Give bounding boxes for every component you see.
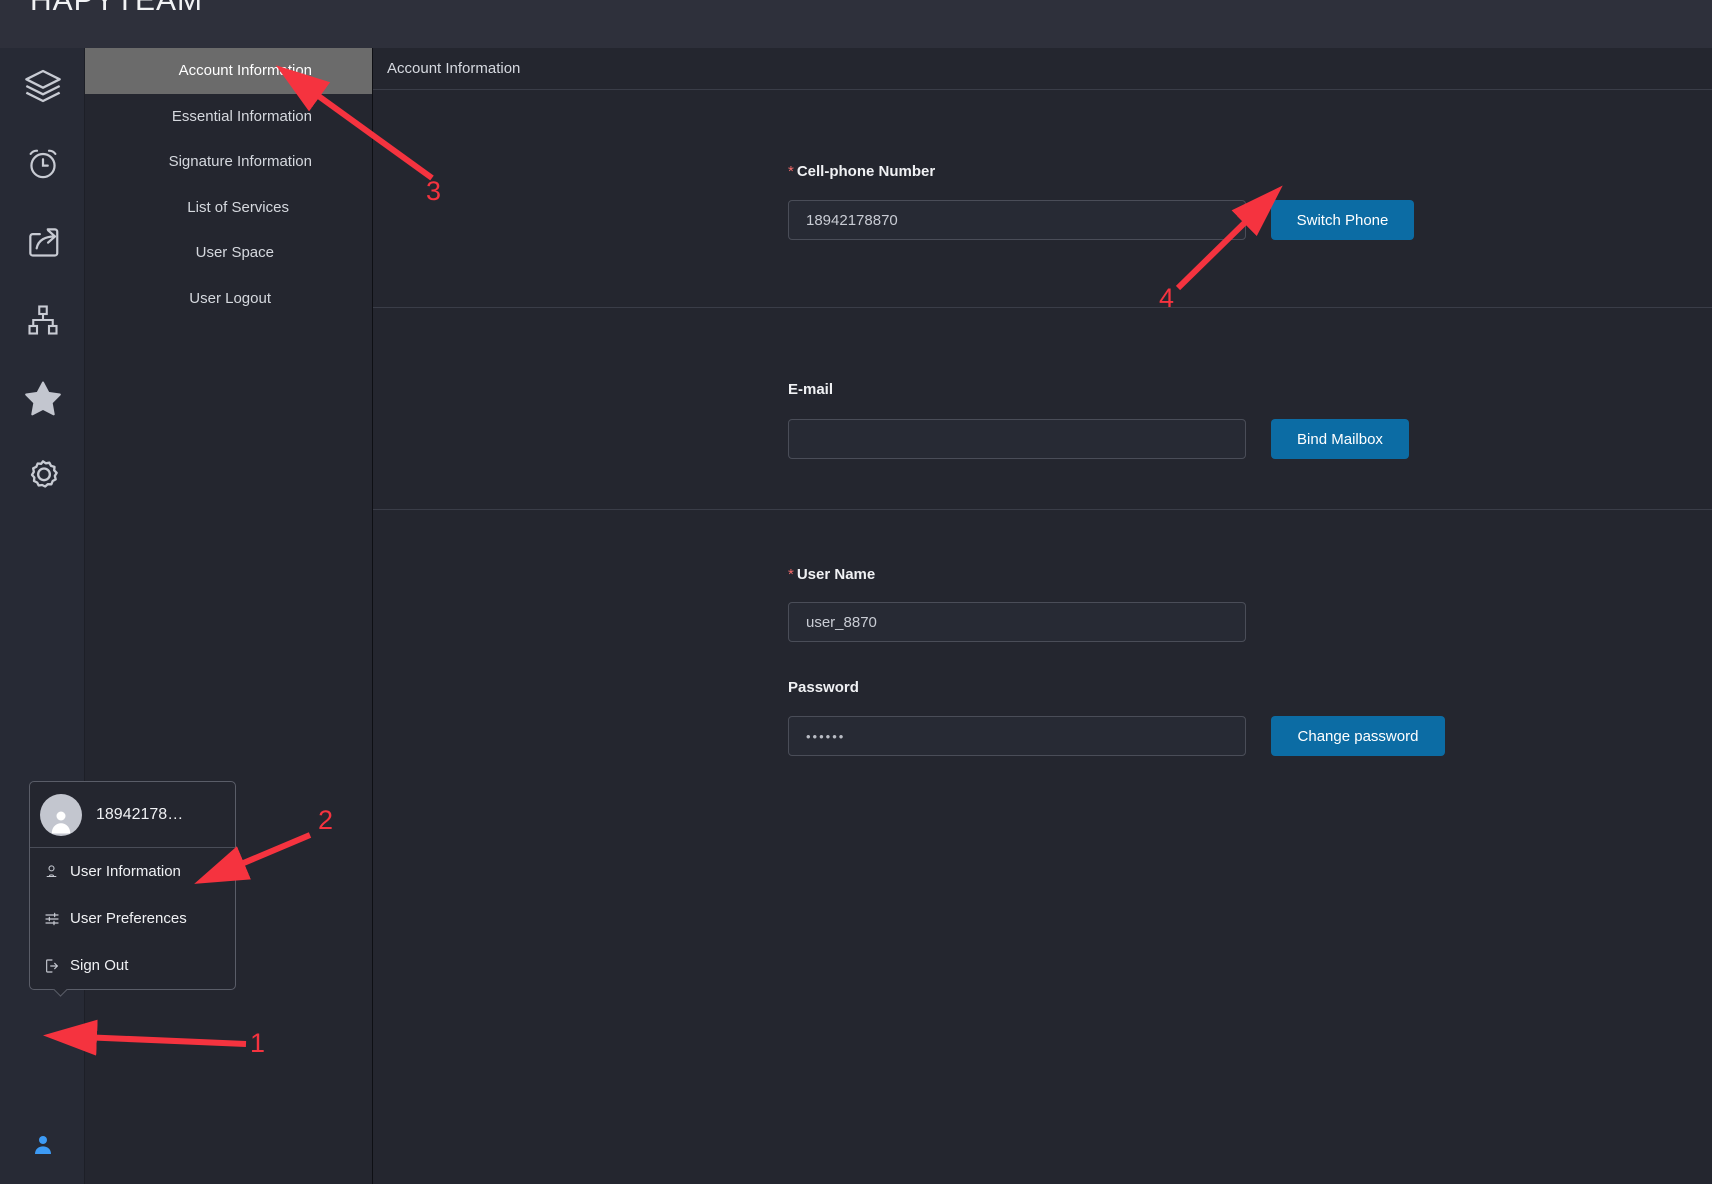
- sidebar-item-list-of-services[interactable]: List of Services: [85, 185, 372, 231]
- email-input[interactable]: [788, 419, 1246, 459]
- section-cell-phone: *Cell-phone Number Switch Phone: [373, 90, 1712, 308]
- user-account-name: 18942178…: [96, 805, 184, 823]
- user-dropdown-menu: 18942178… User Information User Preferen…: [29, 781, 236, 990]
- sidebar-item-label: Account Information: [178, 62, 312, 80]
- change-password-button[interactable]: Change password: [1271, 716, 1445, 756]
- sidebar-item-label: List of Services: [187, 198, 289, 216]
- user-icon: [34, 1136, 51, 1154]
- secondary-menu-panel: Account Information Essential Informatio…: [85, 48, 373, 1184]
- sidebar-item-signature-information[interactable]: Signature Information: [85, 139, 372, 185]
- sidebar-item-label: Essential Information: [171, 107, 312, 125]
- sidebar-item-user-space[interactable]: User Space: [85, 230, 372, 276]
- sidebar-item-essential-information[interactable]: Essential Information: [85, 94, 372, 140]
- password-input[interactable]: [788, 716, 1246, 756]
- annotation-number-2: 2: [318, 805, 334, 835]
- cell-phone-label: * Cell-phone Number: [788, 163, 935, 180]
- user-dropdown-header: 18942178…: [30, 782, 235, 848]
- sliders-icon: [44, 911, 70, 927]
- required-asterisk: *: [788, 163, 794, 180]
- switch-phone-button[interactable]: Switch Phone: [1271, 200, 1414, 240]
- user-name-input[interactable]: [788, 602, 1246, 642]
- annotation-number-4: 4: [1159, 283, 1175, 313]
- cell-phone-label-text: Cell-phone Number: [796, 163, 936, 180]
- alarm-clock-icon[interactable]: [0, 136, 85, 192]
- user-name-label: * User Name: [788, 566, 875, 583]
- user-outline-icon: [44, 864, 70, 879]
- sidebar-item-account-information[interactable]: Account Information: [85, 48, 372, 94]
- bind-mailbox-button[interactable]: Bind Mailbox: [1271, 419, 1409, 459]
- brand-logo: HAPYTEAM: [30, 0, 204, 17]
- annotation-number-3: 3: [426, 176, 442, 206]
- avatar: [40, 793, 82, 836]
- section-email: E-mail Bind Mailbox: [373, 308, 1712, 510]
- avatar-person-icon: [51, 811, 71, 833]
- menu-item-label: User Preferences: [70, 910, 187, 927]
- top-bar: HAPYTEAM: [0, 0, 1712, 48]
- gear-icon[interactable]: [0, 448, 85, 504]
- required-asterisk: *: [788, 566, 794, 583]
- menu-item-sign-out[interactable]: Sign Out: [30, 942, 235, 989]
- rail-user-avatar-button[interactable]: [0, 1128, 85, 1162]
- cell-phone-input[interactable]: [788, 200, 1246, 240]
- app-root: HAPYTEAM Account Information Essential I…: [0, 0, 1712, 1184]
- star-icon[interactable]: [0, 370, 85, 426]
- share-export-icon[interactable]: [0, 214, 85, 270]
- user-name-label-text: User Name: [796, 566, 876, 583]
- sidebar-item-label: Signature Information: [168, 153, 312, 171]
- email-label-text: E-mail: [788, 381, 834, 398]
- icon-rail: [0, 48, 85, 1184]
- page-title: Account Information: [373, 48, 1712, 90]
- menu-item-user-information[interactable]: User Information: [30, 848, 235, 895]
- sitemap-icon[interactable]: [0, 292, 85, 348]
- section-user-credentials: *User Name Password Change password: [373, 510, 1712, 770]
- menu-item-label: Sign Out: [70, 957, 129, 974]
- sidebar-item-label: User Space: [195, 244, 274, 262]
- annotation-number-1: 1: [250, 1028, 266, 1058]
- main-content: Account Information *Cell-phone Number S…: [373, 48, 1712, 1184]
- email-label: E-mail: [788, 381, 833, 398]
- logout-icon: [44, 958, 70, 974]
- layers-icon[interactable]: [0, 58, 85, 114]
- page-title-text: Account Information: [387, 60, 521, 77]
- menu-item-user-preferences[interactable]: User Preferences: [30, 895, 235, 942]
- password-label-text: Password: [788, 679, 859, 696]
- menu-item-label: User Information: [70, 863, 181, 880]
- sidebar-item-user-logout[interactable]: User Logout: [85, 276, 372, 322]
- dropdown-tail: [52, 989, 68, 998]
- password-label: Password: [788, 679, 859, 696]
- sidebar-item-label: User Logout: [189, 289, 271, 307]
